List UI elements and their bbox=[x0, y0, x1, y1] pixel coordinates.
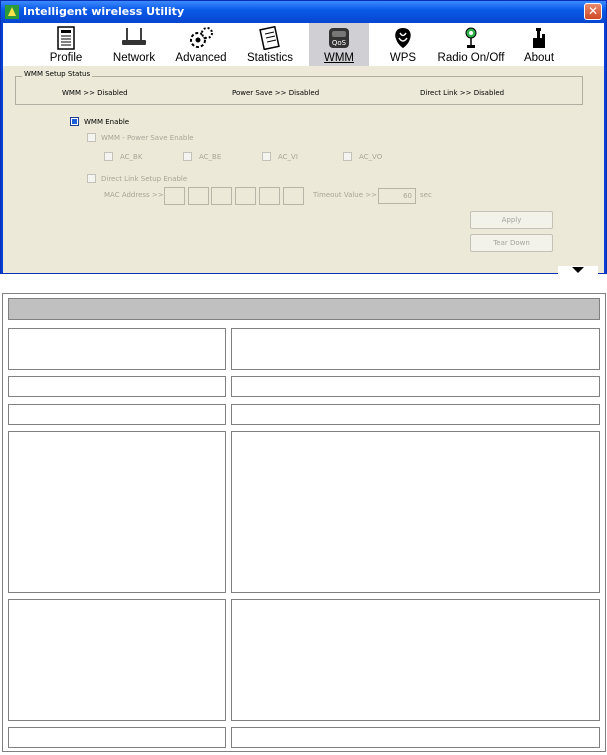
svg-text:QoS: QoS bbox=[332, 39, 347, 47]
table-cell bbox=[8, 404, 226, 425]
statistics-icon bbox=[259, 26, 280, 50]
tab-network[interactable]: Network bbox=[107, 23, 161, 66]
direct-link-enable-checkbox[interactable] bbox=[87, 174, 96, 183]
table-cell bbox=[231, 404, 600, 425]
table-cell bbox=[231, 328, 600, 370]
power-save-status: Power Save >> Disabled bbox=[232, 89, 320, 97]
title-bar[interactable]: Intelligent wireless Utility ✕ bbox=[1, 1, 606, 23]
wmm-enable-label: WMM Enable bbox=[84, 118, 130, 126]
table-cell bbox=[231, 727, 600, 748]
table-cell bbox=[231, 599, 600, 721]
tab-wmm[interactable]: QoS WMM bbox=[309, 23, 369, 66]
mac-address-field[interactable] bbox=[211, 187, 232, 205]
window-title: Intelligent wireless Utility bbox=[23, 5, 185, 18]
description-table bbox=[2, 293, 606, 752]
ac-vi-label: AC_VI bbox=[278, 153, 298, 161]
ac-bk-checkbox[interactable] bbox=[104, 152, 113, 161]
tab-label: WMM bbox=[323, 52, 354, 64]
table-cell bbox=[8, 727, 226, 748]
table-cell bbox=[231, 376, 600, 397]
mac-address-field[interactable] bbox=[283, 187, 304, 205]
power-save-enable-label: WMM - Power Save Enable bbox=[101, 134, 194, 142]
wmm-enable-checkbox[interactable] bbox=[70, 117, 79, 126]
apply-button[interactable]: Apply bbox=[470, 211, 553, 229]
ac-vo-checkbox[interactable] bbox=[343, 152, 352, 161]
tab-label: About bbox=[523, 52, 555, 64]
table-header bbox=[8, 298, 600, 320]
power-save-enable-checkbox[interactable] bbox=[87, 133, 96, 142]
timeout-value-input[interactable]: 60 bbox=[378, 188, 416, 204]
timeout-unit: sec bbox=[420, 191, 432, 199]
ac-be-checkbox[interactable] bbox=[183, 152, 192, 161]
table-cell bbox=[8, 328, 226, 370]
direct-link-enable-label: Direct Link Setup Enable bbox=[101, 175, 188, 183]
tab-profile[interactable]: Profile bbox=[43, 23, 89, 66]
ac-vi-checkbox[interactable] bbox=[262, 152, 271, 161]
tab-about[interactable]: About bbox=[519, 23, 559, 66]
mac-address-field[interactable] bbox=[235, 187, 256, 205]
tab-radio-on-off[interactable]: Radio On/Off bbox=[435, 23, 507, 66]
table-cell bbox=[8, 431, 226, 593]
table-cell bbox=[8, 376, 226, 397]
wmm-panel: WMM Setup Status WMM >> Disabled Power S… bbox=[3, 66, 604, 273]
utility-window: Intelligent wireless Utility ✕ Profile N… bbox=[0, 0, 607, 275]
wmm-status: WMM >> Disabled bbox=[62, 89, 128, 97]
tab-label: WPS bbox=[389, 52, 417, 64]
radio-icon bbox=[465, 27, 477, 48]
status-legend: WMM Setup Status bbox=[22, 70, 93, 78]
tear-down-button[interactable]: Tear Down bbox=[470, 234, 553, 252]
ac-be-label: AC_BE bbox=[199, 153, 222, 161]
mac-address-field[interactable] bbox=[259, 187, 280, 205]
table-cell bbox=[8, 599, 226, 721]
toolbar: Profile Network Advanced Statistics QoS … bbox=[3, 23, 604, 66]
ac-bk-label: AC_BK bbox=[120, 153, 143, 161]
timeout-label: Timeout Value >> bbox=[313, 191, 377, 199]
about-icon bbox=[533, 28, 545, 48]
wps-icon bbox=[395, 28, 411, 48]
profile-icon bbox=[57, 26, 75, 50]
ac-vo-label: AC_VO bbox=[359, 153, 383, 161]
direct-link-status: Direct Link >> Disabled bbox=[420, 89, 505, 97]
close-icon: ✕ bbox=[587, 4, 599, 18]
tab-label: Profile bbox=[49, 52, 83, 64]
tab-label: Radio On/Off bbox=[437, 52, 505, 64]
close-button[interactable]: ✕ bbox=[584, 3, 602, 20]
tab-label: Advanced bbox=[175, 52, 227, 64]
tab-advanced[interactable]: Advanced bbox=[175, 23, 227, 66]
tab-wps[interactable]: WPS bbox=[383, 23, 423, 66]
tab-label: Statistics bbox=[246, 52, 293, 64]
wmm-setup-status: WMM Setup Status WMM >> Disabled Power S… bbox=[15, 70, 583, 105]
table-cell bbox=[231, 431, 600, 593]
mac-address-label: MAC Address >> bbox=[104, 191, 164, 199]
advanced-icon bbox=[190, 27, 213, 48]
tab-statistics[interactable]: Statistics bbox=[243, 23, 297, 66]
tab-label: Network bbox=[112, 52, 156, 64]
mac-address-field[interactable] bbox=[164, 187, 185, 205]
app-icon bbox=[5, 5, 19, 19]
mac-address-field[interactable] bbox=[188, 187, 209, 205]
wmm-qos-icon: QoS bbox=[329, 28, 349, 48]
expand-down-icon[interactable] bbox=[558, 266, 598, 275]
network-icon bbox=[122, 28, 146, 45]
